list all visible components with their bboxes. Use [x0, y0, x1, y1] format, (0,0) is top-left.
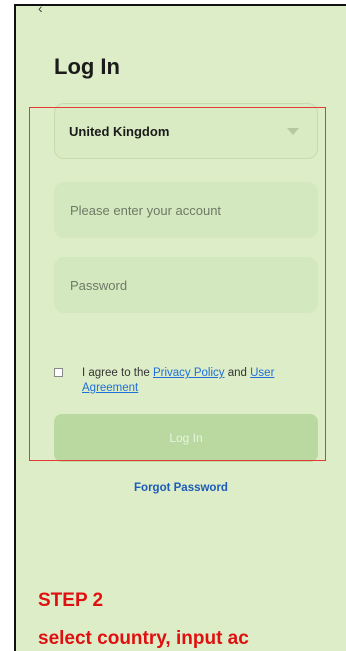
country-value: United Kingdom — [69, 123, 170, 139]
step-description: select country, input ac — [38, 628, 249, 649]
phone-screen: ‹ Log In United Kingdom I agree to the P… — [14, 4, 346, 651]
agreement-and: and — [224, 367, 251, 379]
account-field-wrap — [54, 182, 318, 238]
page-title: Log In — [54, 54, 120, 79]
back-arrow-icon[interactable]: ‹ — [38, 6, 43, 16]
step-title: STEP 2 — [38, 590, 104, 611]
chevron-down-icon — [287, 127, 299, 135]
login-button[interactable]: Log In — [54, 414, 318, 462]
agreement-text: I agree to the Privacy Policy and User Ag… — [82, 366, 324, 396]
privacy-policy-link[interactable]: Privacy Policy — [153, 367, 225, 379]
agreement-row: I agree to the Privacy Policy and User Ag… — [54, 366, 324, 396]
password-input[interactable] — [68, 276, 304, 294]
user-agreement-link-part1[interactable]: User — [250, 367, 274, 379]
agreement-prefix: I agree to the — [82, 367, 153, 379]
checkbox-icon[interactable] — [54, 368, 63, 377]
user-agreement-link-part2[interactable]: Agreement — [82, 382, 138, 394]
country-select[interactable]: United Kingdom — [54, 103, 318, 159]
account-input[interactable] — [68, 201, 304, 219]
password-field-wrap — [54, 257, 318, 313]
forgot-password-link[interactable]: Forgot Password — [16, 482, 346, 494]
